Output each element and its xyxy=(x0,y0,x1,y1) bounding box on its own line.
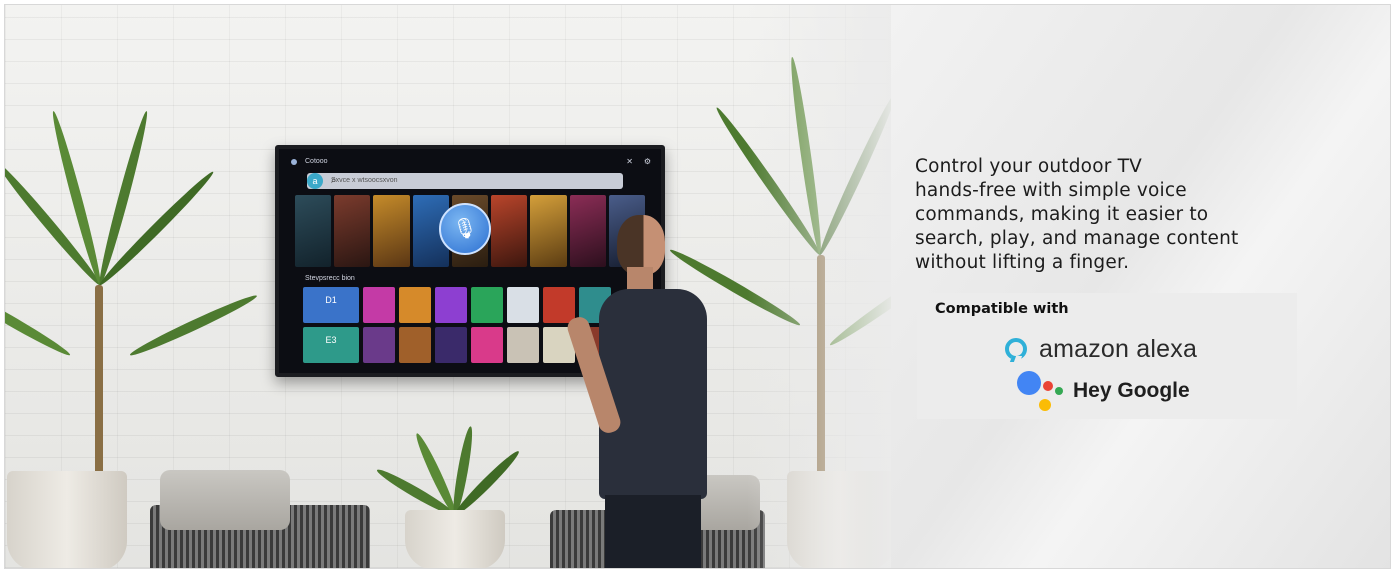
poster xyxy=(373,195,410,267)
google-assistant-icon xyxy=(1017,371,1063,411)
tv-search-icon: ⌕ xyxy=(331,175,337,186)
alexa-icon xyxy=(1005,338,1027,360)
scene-fade xyxy=(747,5,895,568)
tv-close-icon: ✕ xyxy=(626,157,633,166)
tv-tile xyxy=(363,287,395,323)
man-with-remote xyxy=(564,215,723,568)
tv-tile: D1 xyxy=(303,287,359,323)
tv-tile xyxy=(435,287,467,323)
tv-app-icon xyxy=(291,159,297,165)
tv-tile xyxy=(363,327,395,363)
tv-alexa-icon: a xyxy=(307,173,323,189)
outdoor-scene-image: Cotooo ✕ ⚙ Sxvce x wtsoocsxvon ⌕ a 🎙 Ste… xyxy=(5,5,895,568)
left-palm-plant xyxy=(5,65,259,485)
tv-search-bar: Sxvce x wtsoocsxvon ⌕ xyxy=(307,173,623,189)
tv-title-bar: Cotooo ✕ ⚙ xyxy=(285,155,655,169)
poster xyxy=(491,195,528,267)
tv-tile xyxy=(471,327,503,363)
compatible-with-heading: Compatible with xyxy=(935,301,1069,317)
microphone-icon: 🎙 xyxy=(439,203,491,255)
product-banner: Cotooo ✕ ⚙ Sxvce x wtsoocsxvon ⌕ a 🎙 Ste… xyxy=(4,4,1391,569)
tv-tile xyxy=(543,287,575,323)
tv-tile xyxy=(507,327,539,363)
amazon-alexa-logo: amazon alexa xyxy=(1005,333,1197,365)
compatibility-box: Compatible with amazon alexa Hey Google xyxy=(917,293,1297,419)
tv-app-title: Cotooo xyxy=(305,158,328,165)
hey-google-label: Hey Google xyxy=(1073,379,1190,402)
tv-tile xyxy=(471,287,503,323)
poster xyxy=(295,195,332,267)
center-planter xyxy=(405,510,505,568)
tv-row-label: Stevpsrecc bion xyxy=(305,275,355,282)
tv-settings-icon: ⚙ xyxy=(643,157,651,166)
left-planter xyxy=(7,471,127,568)
tv-app-grid: D1 E3 xyxy=(303,287,611,363)
poster xyxy=(334,195,371,267)
tv-tile xyxy=(507,287,539,323)
left-chair-cushion xyxy=(160,470,290,530)
poster xyxy=(530,195,567,267)
tv-tile xyxy=(399,327,431,363)
amazon-alexa-label: amazon alexa xyxy=(1039,334,1198,363)
info-panel: Control your outdoor TV hands-free with … xyxy=(891,5,1390,568)
tv-tile xyxy=(399,287,431,323)
hey-google-logo: Hey Google xyxy=(1017,371,1190,411)
tv-tile: E3 xyxy=(303,327,359,363)
tv-tile xyxy=(435,327,467,363)
feature-description: Control your outdoor TV hands-free with … xyxy=(915,156,1239,273)
